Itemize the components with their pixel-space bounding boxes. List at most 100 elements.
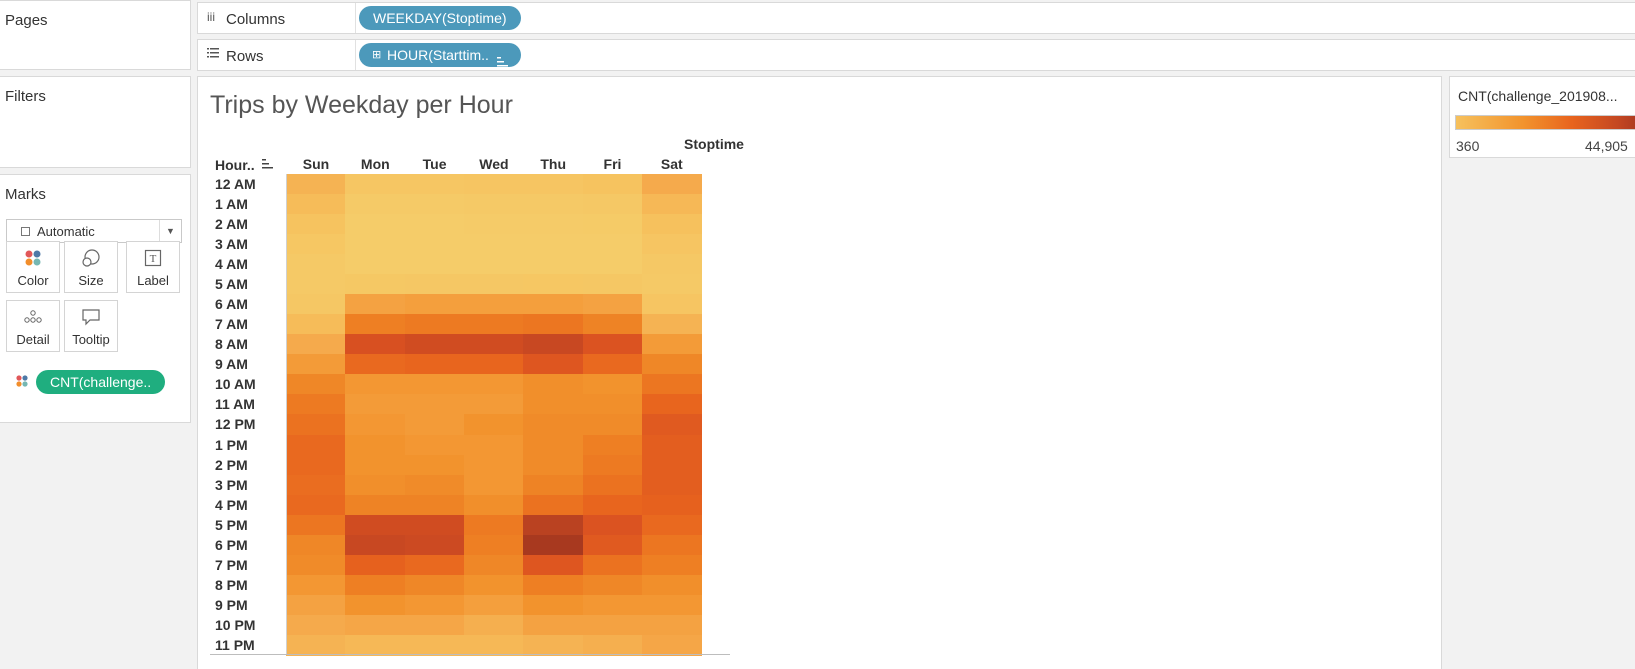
- heatmap-cell[interactable]: [463, 594, 524, 616]
- row-header[interactable]: 2 AM: [215, 216, 248, 232]
- heatmap-cell[interactable]: [404, 634, 465, 656]
- heatmap-cell[interactable]: [641, 234, 702, 255]
- heatmap-cell[interactable]: [641, 394, 702, 416]
- column-header-wed[interactable]: Wed: [463, 156, 525, 172]
- heatmap-cell[interactable]: [345, 214, 406, 235]
- heatmap-cell[interactable]: [404, 174, 465, 195]
- heatmap-cell[interactable]: [345, 474, 406, 496]
- row-header[interactable]: 10 PM: [215, 617, 255, 633]
- heatmap-cell[interactable]: [463, 394, 524, 416]
- heatmap-cell[interactable]: [404, 574, 465, 596]
- heatmap-cell[interactable]: [404, 514, 465, 536]
- heatmap-cell[interactable]: [286, 254, 346, 275]
- heatmap-cell[interactable]: [641, 454, 702, 476]
- heatmap-cell[interactable]: [523, 534, 584, 556]
- heatmap-cell[interactable]: [404, 294, 465, 315]
- heatmap-cell[interactable]: [345, 254, 406, 275]
- heatmap-cell[interactable]: [345, 634, 406, 656]
- heatmap-cell[interactable]: [345, 334, 406, 355]
- heatmap-cell[interactable]: [523, 214, 584, 235]
- heatmap-cell[interactable]: [641, 174, 702, 195]
- rows-shelf[interactable]: Rows ⊞ HOUR(Starttim..: [197, 39, 1635, 71]
- heatmap-cell[interactable]: [641, 534, 702, 556]
- row-header[interactable]: 1 AM: [215, 196, 248, 212]
- heatmap-cell[interactable]: [582, 554, 643, 576]
- row-header[interactable]: 9 AM: [215, 356, 248, 372]
- heatmap-cell[interactable]: [523, 514, 584, 536]
- heatmap-cell[interactable]: [463, 474, 524, 496]
- expand-icon[interactable]: ⊞: [372, 43, 381, 67]
- row-header[interactable]: 6 PM: [215, 537, 248, 553]
- heatmap-cell[interactable]: [404, 474, 465, 496]
- heatmap-cell[interactable]: [463, 614, 524, 636]
- columns-field-pill[interactable]: WEEKDAY(Stoptime): [359, 6, 521, 30]
- heatmap-cell[interactable]: [404, 194, 465, 215]
- heatmap-cell[interactable]: [404, 254, 465, 275]
- heatmap-cell[interactable]: [345, 294, 406, 315]
- heatmap-cell[interactable]: [286, 414, 346, 436]
- heatmap-cell[interactable]: [582, 394, 643, 416]
- heatmap-cell[interactable]: [463, 214, 524, 235]
- row-header[interactable]: 2 PM: [215, 457, 248, 473]
- heatmap-cell[interactable]: [641, 554, 702, 576]
- row-header[interactable]: 10 AM: [215, 376, 256, 392]
- heatmap-cell[interactable]: [345, 194, 406, 215]
- heatmap-cell[interactable]: [641, 374, 702, 396]
- heatmap-cell[interactable]: [523, 454, 584, 476]
- heatmap-cell[interactable]: [286, 514, 346, 536]
- heatmap-cell[interactable]: [523, 274, 584, 295]
- heatmap-cell[interactable]: [463, 374, 524, 396]
- heatmap-cell[interactable]: [404, 274, 465, 295]
- heatmap-cell[interactable]: [523, 354, 584, 375]
- heatmap-cell[interactable]: [641, 194, 702, 215]
- heatmap-cell[interactable]: [345, 534, 406, 556]
- heatmap-cell[interactable]: [345, 494, 406, 516]
- heatmap-cell[interactable]: [404, 334, 465, 355]
- heatmap-cell[interactable]: [286, 374, 346, 396]
- heatmap-cell[interactable]: [286, 474, 346, 496]
- heatmap-cell[interactable]: [286, 394, 346, 416]
- heatmap-cell[interactable]: [286, 434, 346, 456]
- heatmap-cell[interactable]: [404, 414, 465, 436]
- heatmap-cell[interactable]: [286, 534, 346, 556]
- heatmap-cell[interactable]: [463, 434, 524, 456]
- heatmap-cell[interactable]: [641, 294, 702, 315]
- heatmap-cell[interactable]: [463, 534, 524, 556]
- row-header[interactable]: 7 AM: [215, 316, 248, 332]
- heatmap-cell[interactable]: [345, 354, 406, 375]
- heatmap-cell[interactable]: [463, 354, 524, 375]
- heatmap-cell[interactable]: [286, 574, 346, 596]
- heatmap-cell[interactable]: [345, 394, 406, 416]
- row-header[interactable]: 3 AM: [215, 236, 248, 252]
- heatmap-cell[interactable]: [286, 634, 346, 656]
- heatmap-cell[interactable]: [641, 634, 702, 656]
- heatmap-cell[interactable]: [523, 394, 584, 416]
- heatmap-cell[interactable]: [641, 574, 702, 596]
- heatmap-cell[interactable]: [286, 174, 346, 195]
- heatmap-cell[interactable]: [404, 454, 465, 476]
- heatmap-cell[interactable]: [582, 194, 643, 215]
- heatmap-cell[interactable]: [523, 334, 584, 355]
- heatmap-cell[interactable]: [286, 234, 346, 255]
- heatmap-cell[interactable]: [345, 234, 406, 255]
- column-header-mon[interactable]: Mon: [344, 156, 406, 172]
- heatmap-cell[interactable]: [463, 514, 524, 536]
- heatmap-cell[interactable]: [345, 174, 406, 195]
- label-button[interactable]: T Label: [126, 241, 180, 293]
- row-header[interactable]: 5 AM: [215, 276, 248, 292]
- heatmap-cell[interactable]: [582, 354, 643, 375]
- tooltip-button[interactable]: Tooltip: [64, 300, 118, 352]
- column-header-sun[interactable]: Sun: [285, 156, 347, 172]
- heatmap-cell[interactable]: [641, 334, 702, 355]
- heatmap-cell[interactable]: [286, 614, 346, 636]
- heatmap-cell[interactable]: [582, 314, 643, 335]
- heatmap-cell[interactable]: [286, 334, 346, 355]
- heatmap-cell[interactable]: [641, 414, 702, 436]
- heatmap-cell[interactable]: [345, 514, 406, 536]
- heatmap-cell[interactable]: [286, 294, 346, 315]
- heatmap-cell[interactable]: [463, 334, 524, 355]
- heatmap-cell[interactable]: [582, 294, 643, 315]
- heatmap-cell[interactable]: [463, 234, 524, 255]
- heatmap-cell[interactable]: [523, 314, 584, 335]
- heatmap-cell[interactable]: [582, 374, 643, 396]
